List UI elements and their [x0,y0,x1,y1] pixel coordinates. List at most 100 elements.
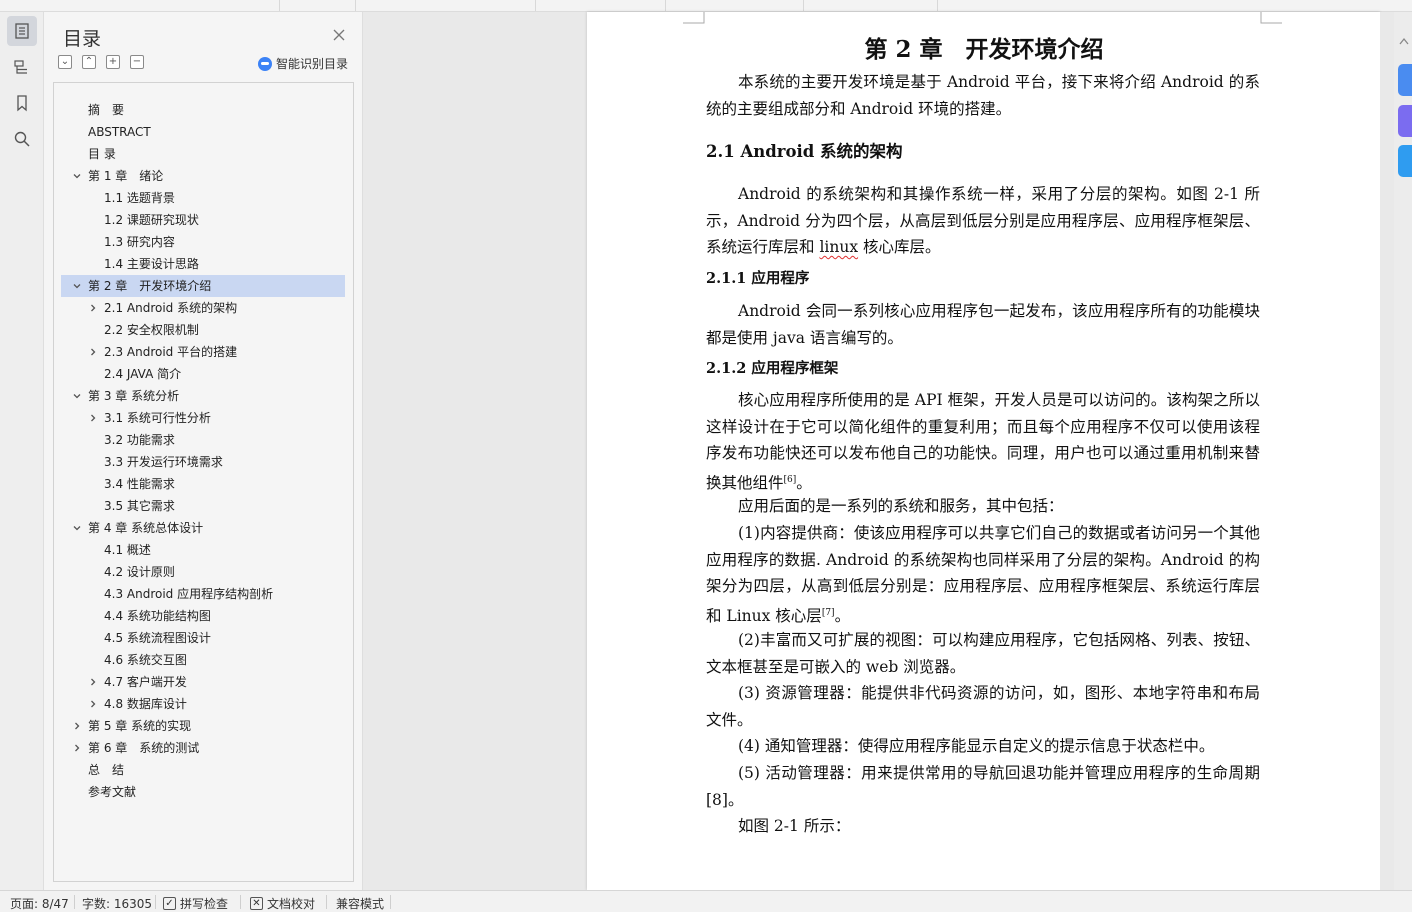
vertical-scrollbar[interactable] [1380,12,1394,890]
figure-reference: 如图 2-1 所示： [738,817,851,835]
toc-item-label: 1.4 主要设计思路 [104,257,199,271]
separator [74,895,75,909]
toc-item[interactable]: 2.4 JAVA 简介 [61,363,345,385]
toc-item-label: 4.1 概述 [104,543,151,557]
toc-item[interactable]: 4.1 概述 [61,539,345,561]
page-count: 页面: 8/47 [10,897,69,911]
chevron-down-icon[interactable] [70,165,84,187]
toc-item[interactable]: 3.1 系统可行性分析 [61,407,345,429]
list-item-3: (3) 资源管理器：能提供非代码资源的访问，如，图形、本地字符串和布局文件。 [706,684,1260,729]
toc-item[interactable]: 3.2 功能需求 [61,429,345,451]
close-icon[interactable] [331,27,347,43]
chevron-right-icon[interactable] [86,693,100,715]
toc-item[interactable]: 4.5 系统流程图设计 [61,627,345,649]
top-toolbar-strip [0,0,1412,12]
toc-item-label: 2.1 Android 系统的架构 [104,301,238,315]
chevron-right-icon[interactable] [70,737,84,759]
page-corner-mark [1260,12,1282,24]
toc-item[interactable]: 总 结 [61,759,345,781]
toc-item[interactable]: 2.1 Android 系统的架构 [61,297,345,319]
toc-item[interactable]: 3.4 性能需求 [61,473,345,495]
text-run: (1)内容提供商：使该应用程序可以共享它们自己的数据或者访问另一个其他应用程序的… [706,524,1260,625]
expand-level-button[interactable]: ⌃ [82,55,96,69]
toc-item[interactable]: 第 2 章 开发环境介绍 [61,275,345,297]
word-count[interactable]: 字数: 16305 [82,895,152,912]
toc-item[interactable]: 第 4 章 系统总体设计 [61,517,345,539]
toc-item-label: 2.4 JAVA 简介 [104,367,182,381]
toc-item[interactable]: 第 3 章 系统分析 [61,385,345,407]
spell-error-word[interactable]: linux [819,238,858,256]
chevron-right-icon[interactable] [70,715,84,737]
toolbar-segment [356,0,536,11]
toc-item-label: 第 5 章 系统的实现 [88,719,192,733]
chevron-right-icon[interactable] [86,297,100,319]
toc-item[interactable]: 第 6 章 系统的测试 [61,737,345,759]
toc-item[interactable]: 4.6 系统交互图 [61,649,345,671]
toc-item[interactable]: 3.3 开发运行环境需求 [61,451,345,473]
toc-item-label: 4.8 数据库设计 [104,697,187,711]
toolbar-segment [0,0,280,11]
toc-item[interactable]: 4.2 设计原则 [61,561,345,583]
spell-check-button[interactable]: ✓ 拼写检查 [163,895,228,912]
toc-item-label: 第 2 章 开发环境介绍 [88,279,212,293]
toc-item[interactable]: 摘 要 [61,99,345,121]
chevron-down-icon[interactable] [70,517,84,539]
toc-item[interactable]: 4.3 Android 应用程序结构剖析 [61,583,345,605]
toc-item[interactable]: 2.3 Android 平台的搭建 [61,341,345,363]
toc-item[interactable]: 参考文献 [61,781,345,803]
chevron-right-icon[interactable] [86,407,100,429]
smart-toc-button[interactable]: 智能识别目录 [258,55,348,72]
toc-item-label: 4.5 系统流程图设计 [104,631,211,645]
toc-item[interactable]: 1.3 研究内容 [61,231,345,253]
side-tab-1[interactable] [1398,64,1412,96]
navigation-panel-button[interactable] [7,52,37,82]
text-run: 。 [834,606,851,625]
subsection-heading: 2.1.2 应用程序框架 [706,360,839,377]
collapse-icon[interactable] [1398,34,1410,48]
side-tab-2[interactable] [1398,105,1412,137]
toc-item[interactable]: 2.2 安全权限机制 [61,319,345,341]
bookmark-icon [17,95,27,112]
toc-item[interactable]: 4.8 数据库设计 [61,693,345,715]
proofread-icon: ✕ [250,897,263,910]
toc-item-label: 2.2 安全权限机制 [104,323,199,337]
chevron-down-icon[interactable] [70,275,84,297]
toc-item[interactable]: 第 5 章 系统的实现 [61,715,345,737]
page-indicator[interactable]: 页面: 8/47 [10,895,69,912]
toc-item[interactable]: 4.7 客户端开发 [61,671,345,693]
intro-paragraph: 本系统的主要开发环境是基于 Android 平台，接下来将介绍 Android … [706,73,1260,118]
toc-item[interactable]: 1.1 选题背景 [61,187,345,209]
right-side-tabs [1394,12,1412,890]
search-panel-button[interactable] [7,124,37,154]
list-item-5: (5) 活动管理器：用来提供常用的导航回退功能并管理应用程序的生命周期[8]。 [706,764,1260,809]
remove-heading-button[interactable]: − [130,55,144,69]
text-run: Android 的系统架构和其操作系统一样，采用了分层的架构。如图 2-1 所示… [706,185,1260,257]
toc-item-label: 第 3 章 系统分析 [88,389,180,403]
toc-item[interactable]: ABSTRACT [61,121,345,143]
toc-item[interactable]: 1.2 课题研究现状 [61,209,345,231]
toc-item-label: 摘 要 [88,103,125,117]
toc-item[interactable]: 第 1 章 绪论 [61,165,345,187]
chevron-right-icon[interactable] [86,671,100,693]
toc-item[interactable]: 4.4 系统功能结构图 [61,605,345,627]
toc-item[interactable]: 1.4 主要设计思路 [61,253,345,275]
proofread-label: 文档校对 [267,897,316,911]
toc-item-label: 1.2 课题研究现状 [104,213,199,227]
search-icon [14,131,30,147]
toc-item[interactable]: 目 录 [61,143,345,165]
toc-item-label: ABSTRACT [88,125,151,139]
toc-panel-button[interactable] [7,16,37,46]
toc-item-label: 1.3 研究内容 [104,235,175,249]
section-heading: 2.1 Android 系统的架构 [706,142,903,161]
toc-item-label: 4.2 设计原则 [104,565,175,579]
chevron-down-icon[interactable] [70,385,84,407]
collapse-all-button[interactable]: ⌄ [58,55,72,69]
toc-item[interactable]: 3.5 其它需求 [61,495,345,517]
add-heading-button[interactable]: + [106,55,120,69]
side-tab-3[interactable] [1398,145,1412,177]
separator [326,895,327,909]
toc-item-label: 4.7 客户端开发 [104,675,187,689]
chevron-right-icon[interactable] [86,341,100,363]
bookmark-panel-button[interactable] [7,88,37,118]
proofread-button[interactable]: ✕ 文档校对 [250,895,315,912]
